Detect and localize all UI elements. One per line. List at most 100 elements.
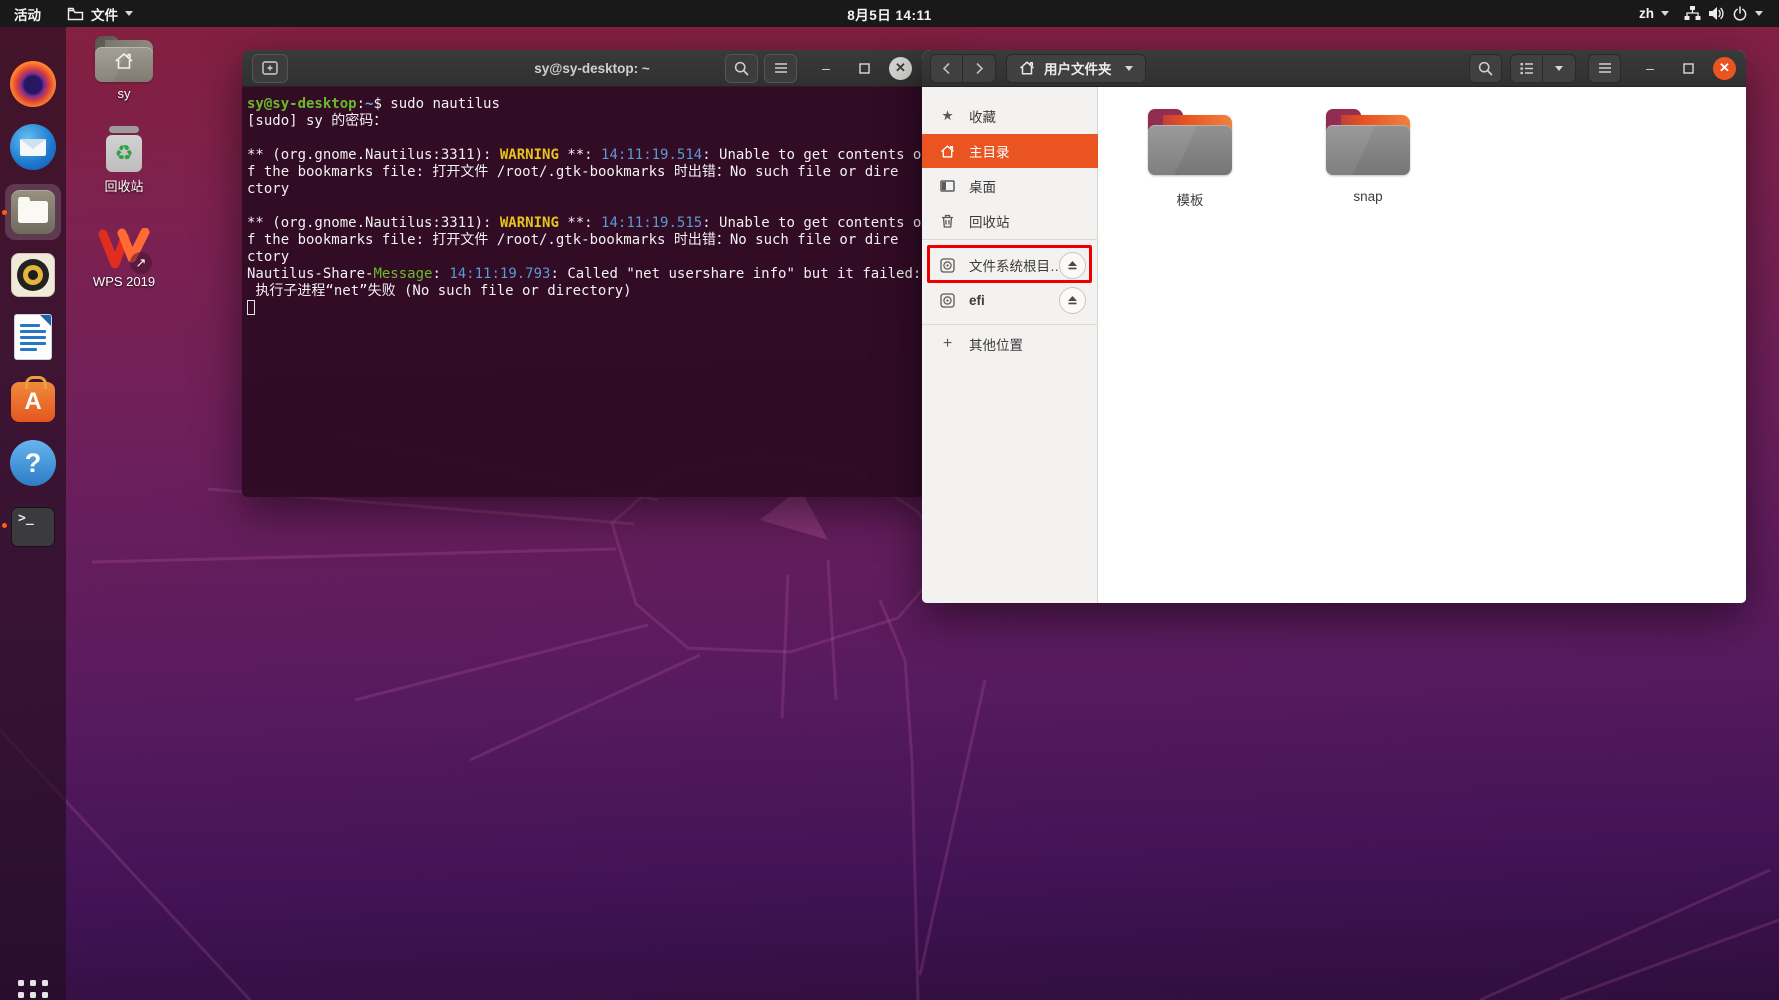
dock-thunderbird[interactable] xyxy=(0,124,66,170)
trash-icon xyxy=(939,214,956,228)
maximize-button[interactable] xyxy=(851,62,877,74)
desktop-icon-wps[interactable]: ↗ WPS 2019 xyxy=(76,228,172,289)
activities-label: 活动 xyxy=(14,7,41,23)
desktop-icon-label: sy xyxy=(117,86,131,101)
running-indicator xyxy=(2,523,7,528)
view-options-dropdown[interactable] xyxy=(1543,53,1576,83)
system-menu[interactable] xyxy=(1684,0,1763,27)
star-icon: ★ xyxy=(941,108,954,123)
terminal-content[interactable]: sy@sy-desktop:~$ sudo nautilus [sudo] sy … xyxy=(242,87,942,497)
home-folder-icon xyxy=(95,36,153,82)
input-source-switcher[interactable]: zh xyxy=(1639,0,1669,27)
sidebar-item-efi[interactable]: efi xyxy=(922,283,1098,317)
app-menu-label: 文件 xyxy=(91,7,118,23)
chevron-down-icon xyxy=(125,11,133,16)
folder-icon xyxy=(1148,109,1232,175)
desktop-icon-label: 回收站 xyxy=(104,179,144,194)
libreoffice-writer-icon xyxy=(14,314,52,360)
minimize-button[interactable]: – xyxy=(1637,60,1663,76)
sidebar-item-filesystem-root[interactable]: 文件系统根目… xyxy=(922,248,1098,282)
files-icon xyxy=(11,190,55,234)
folder-icon xyxy=(1326,109,1410,175)
sidebar: ★ 收藏 主目录 桌面 回收站 文件系统根目… efi + 其他位置 xyxy=(922,87,1098,603)
view-list-button[interactable] xyxy=(1510,53,1543,83)
terminal-titlebar: sy@sy-desktop: ~ – ✕ xyxy=(242,50,942,87)
thunderbird-icon xyxy=(10,124,56,170)
running-indicator xyxy=(2,209,7,215)
desktop-icon-label: WPS 2019 xyxy=(92,274,156,289)
wps-icon: ↗ xyxy=(98,228,152,274)
menu-button[interactable] xyxy=(764,53,797,83)
folder-icon xyxy=(67,7,84,21)
sidebar-item-label: 桌面 xyxy=(969,180,996,195)
close-button[interactable]: ✕ xyxy=(1713,56,1736,80)
desktop-icon-trash[interactable]: ♻ 回收站 xyxy=(76,126,172,195)
sidebar-item-label: efi xyxy=(969,292,985,308)
chevron-down-icon xyxy=(1124,65,1133,71)
terminal-window: sy@sy-desktop: ~ – ✕ sy@sy-desktop:~$ su… xyxy=(242,50,942,497)
app-menu-button[interactable]: 文件 xyxy=(67,0,133,27)
clock[interactable]: 8月5日 14:11 xyxy=(0,4,1779,24)
sidebar-item-desktop[interactable]: 桌面 xyxy=(922,169,1098,203)
input-source-label: zh xyxy=(1639,6,1654,21)
top-bar: 活动 文件 8月5日 14:11 zh xyxy=(0,0,1779,27)
sidebar-separator xyxy=(922,239,1098,240)
show-applications-icon xyxy=(18,980,48,1000)
forward-button[interactable] xyxy=(963,53,996,83)
volume-icon xyxy=(1708,6,1725,21)
plus-icon: + xyxy=(942,335,953,352)
dock-firefox[interactable] xyxy=(0,61,66,107)
sidebar-separator xyxy=(922,324,1098,325)
dock-terminal[interactable]: >_ xyxy=(0,504,66,547)
dock-ubuntu-software[interactable]: A xyxy=(0,376,66,422)
minimize-button[interactable]: – xyxy=(813,60,839,76)
file-item-snap[interactable]: snap xyxy=(1308,109,1428,204)
terminal-icon: >_ xyxy=(11,507,55,547)
dock-help[interactable]: ? xyxy=(0,440,66,486)
disk-icon xyxy=(939,257,956,273)
search-button[interactable] xyxy=(1469,53,1502,83)
menu-button[interactable] xyxy=(1588,53,1621,83)
disk-icon xyxy=(939,292,956,308)
path-bar-button[interactable]: 用户文件夹 xyxy=(1006,53,1146,83)
file-manager-window: 用户文件夹 – ✕ ★ 收藏 主目录 桌面 回收站 文件系统根目… efi + … xyxy=(922,50,1746,603)
file-item-templates[interactable]: 模板 xyxy=(1130,109,1250,209)
network-icon xyxy=(1684,6,1701,21)
file-item-label: snap xyxy=(1353,189,1383,204)
show-applications-button[interactable] xyxy=(0,980,66,1000)
sidebar-item-home[interactable]: 主目录 xyxy=(922,134,1098,168)
home-icon xyxy=(1020,61,1034,75)
dock-files[interactable] xyxy=(0,184,66,240)
dock-rhythmbox[interactable] xyxy=(0,253,66,297)
dock-libreoffice-writer[interactable] xyxy=(0,314,66,360)
terminal-cursor xyxy=(247,300,255,315)
nautilus-body: ★ 收藏 主目录 桌面 回收站 文件系统根目… efi + 其他位置 模板 sn… xyxy=(922,87,1746,603)
chevron-down-icon xyxy=(1555,65,1563,71)
eject-button[interactable] xyxy=(1059,251,1086,279)
sidebar-item-other-locations[interactable]: + 其他位置 xyxy=(922,327,1098,361)
dock: A ? >_ xyxy=(0,27,66,1000)
new-tab-button[interactable] xyxy=(252,53,288,83)
chevron-down-icon xyxy=(1661,11,1669,16)
sidebar-item-label: 收藏 xyxy=(969,110,996,125)
desktop-icon-home[interactable]: sy xyxy=(76,36,172,101)
activities-button[interactable]: 活动 xyxy=(14,0,41,27)
search-button[interactable] xyxy=(725,53,758,83)
sidebar-item-trash[interactable]: 回收站 xyxy=(922,204,1098,238)
desktop-icon xyxy=(939,180,956,192)
back-button[interactable] xyxy=(930,53,963,83)
rhythmbox-icon xyxy=(11,253,55,297)
eject-button[interactable] xyxy=(1059,286,1086,314)
nautilus-titlebar: 用户文件夹 – ✕ xyxy=(922,50,1746,87)
maximize-button[interactable] xyxy=(1675,62,1701,74)
help-icon: ? xyxy=(10,440,56,486)
trash-icon: ♻ xyxy=(102,126,146,172)
sidebar-item-label: 其他位置 xyxy=(969,338,1023,353)
chevron-down-icon xyxy=(1755,11,1763,16)
power-icon xyxy=(1732,5,1748,22)
file-item-label: 模板 xyxy=(1176,193,1204,208)
firefox-icon xyxy=(10,61,56,107)
file-view[interactable]: 模板 snap xyxy=(1098,87,1746,603)
close-button[interactable]: ✕ xyxy=(889,56,912,80)
sidebar-item-starred[interactable]: ★ 收藏 xyxy=(922,99,1098,133)
